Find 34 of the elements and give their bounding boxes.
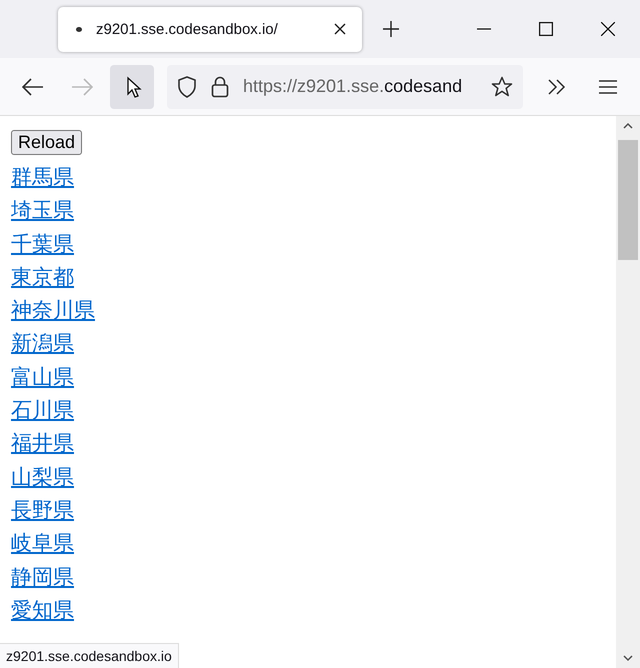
- prefecture-link[interactable]: 群馬県: [11, 161, 74, 194]
- prefecture-link[interactable]: 愛知県: [11, 594, 74, 628]
- link-status-tooltip: z9201.sse.codesandbox.io: [0, 643, 179, 668]
- shield-icon[interactable]: [177, 76, 197, 98]
- prefecture-link[interactable]: 神奈川県: [11, 294, 95, 328]
- prefecture-link[interactable]: 埼玉県: [11, 194, 74, 228]
- menu-icon[interactable]: [599, 80, 617, 94]
- overflow-chevron-icon[interactable]: [547, 78, 567, 94]
- extension-button[interactable]: [110, 64, 154, 108]
- new-tab-icon[interactable]: [383, 21, 399, 37]
- prefecture-link[interactable]: 岐阜県: [11, 527, 74, 561]
- scroll-down-icon[interactable]: [623, 654, 633, 662]
- browser-tab[interactable]: z9201.sse.codesandbox.io/: [58, 6, 362, 52]
- close-window-icon[interactable]: [601, 22, 615, 36]
- prefecture-link[interactable]: 静岡県: [11, 560, 74, 594]
- prefecture-link[interactable]: 東京都: [11, 260, 74, 294]
- reload-button[interactable]: Reload: [11, 130, 82, 155]
- prefecture-link[interactable]: 新潟県: [11, 327, 74, 361]
- prefecture-link[interactable]: 千葉県: [11, 228, 74, 261]
- close-icon[interactable]: [334, 23, 346, 35]
- lock-icon[interactable]: [211, 76, 229, 98]
- back-icon[interactable]: [22, 78, 44, 96]
- scrollbar-thumb[interactable]: [618, 140, 638, 260]
- prefecture-link[interactable]: 山梨県: [11, 460, 74, 494]
- address-bar[interactable]: https://z9201.sse.codesand: [167, 64, 523, 108]
- loading-dot-icon: [76, 26, 82, 32]
- star-icon[interactable]: [491, 76, 513, 98]
- scroll-up-icon[interactable]: [623, 122, 633, 130]
- scrollbar[interactable]: [616, 116, 640, 668]
- prefecture-link[interactable]: 富山県: [11, 360, 74, 394]
- prefecture-link[interactable]: 福井県: [11, 427, 74, 461]
- maximize-icon[interactable]: [539, 22, 553, 36]
- prefecture-link[interactable]: 石川県: [11, 394, 74, 428]
- prefecture-link[interactable]: 長野県: [11, 494, 74, 528]
